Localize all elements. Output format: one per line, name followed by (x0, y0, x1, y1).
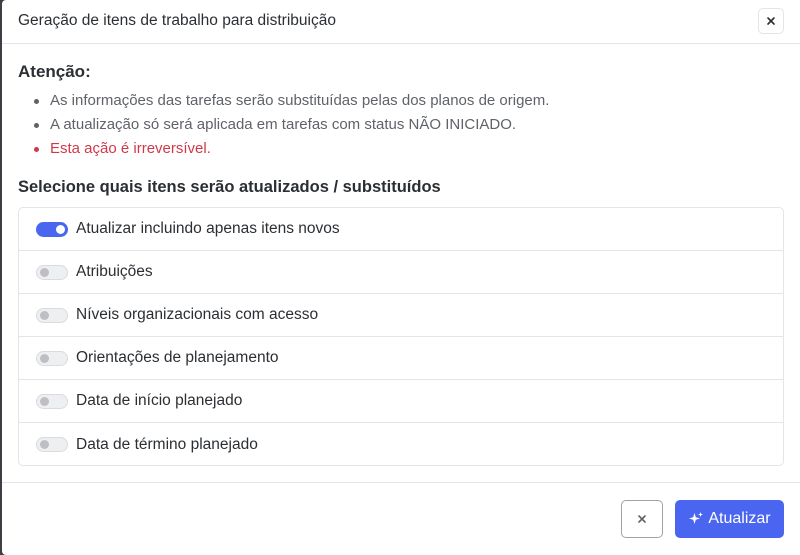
toggle-knob (40, 310, 49, 320)
option-label: Data de término planejado (76, 435, 258, 453)
toggle-knob (40, 353, 49, 363)
toggle-switch[interactable] (36, 350, 68, 366)
update-button-label: Atualizar (708, 510, 771, 527)
option-include-new-items[interactable]: Atualizar incluindo apenas itens novos (19, 208, 783, 251)
toggle-switch[interactable] (36, 264, 68, 280)
update-button[interactable]: Atualizar (675, 500, 784, 538)
selection-title: Selecione quais itens serão atualizados … (18, 178, 441, 196)
option-assignments[interactable]: Atribuições (19, 251, 783, 294)
option-planning-guidelines[interactable]: Orientações de planejamento (19, 337, 783, 380)
attention-note: As informações das tarefas serão substit… (32, 91, 549, 115)
dialog-footer: Atualizar (2, 482, 800, 555)
toggle-knob (56, 224, 65, 234)
toggle-switch[interactable] (36, 393, 68, 409)
dialog: Geração de itens de trabalho para distri… (2, 0, 800, 555)
toggle-switch[interactable] (36, 221, 68, 237)
dialog-header: Geração de itens de trabalho para distri… (2, 0, 800, 44)
toggle-knob (40, 440, 49, 449)
attention-notes: As informações das tarefas serão substit… (32, 91, 549, 163)
option-planned-end-date[interactable]: Data de término planejado (19, 423, 783, 465)
close-icon (766, 14, 776, 29)
option-org-levels[interactable]: Níveis organizacionais com acesso (19, 294, 783, 337)
option-label: Níveis organizacionais com acesso (76, 306, 319, 323)
cancel-button[interactable] (621, 500, 663, 538)
option-label: Data de início planejado (76, 392, 243, 409)
toggle-knob (40, 396, 49, 406)
toggle-knob (40, 267, 49, 277)
dialog-title: Geração de itens de trabalho para distri… (18, 12, 336, 29)
option-label: Orientações de planejamento (76, 349, 279, 366)
sparkles-icon (688, 511, 704, 527)
attention-note: A atualização só será aplicada em tarefa… (32, 115, 549, 139)
close-button[interactable] (758, 8, 784, 34)
option-planned-start-date[interactable]: Data de início planejado (19, 380, 783, 423)
close-icon (637, 512, 647, 527)
toggle-switch[interactable] (36, 437, 68, 452)
option-label: Atualizar incluindo apenas itens novos (76, 220, 340, 237)
options-list: Atualizar incluindo apenas itens novos A… (18, 207, 784, 466)
option-label: Atribuições (76, 263, 153, 280)
attention-title: Atenção: (18, 62, 91, 81)
attention-note-warning: Esta ação é irreversível. (32, 139, 549, 163)
toggle-switch[interactable] (36, 307, 68, 323)
